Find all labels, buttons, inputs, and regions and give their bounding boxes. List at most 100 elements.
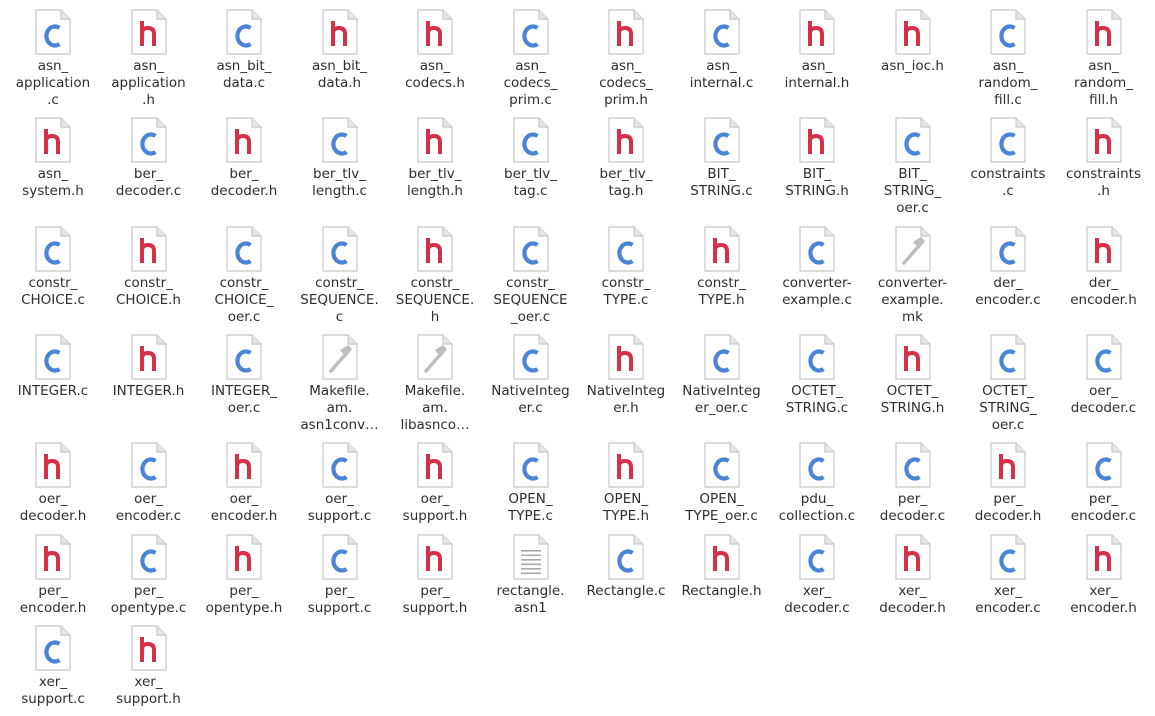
c-source-file-icon <box>225 225 263 273</box>
file-name-label: constraints .c <box>970 166 1046 199</box>
makefile-icon <box>416 333 454 381</box>
file-name-label: BIT_ STRING.h <box>785 166 849 199</box>
c-source-file-icon <box>703 116 741 164</box>
header-file-icon <box>416 225 454 273</box>
file-name-label: constr_ SEQUENCE. c <box>300 275 379 325</box>
c-source-file-icon <box>989 225 1027 273</box>
c-source-file-icon <box>130 441 168 489</box>
header-file-icon <box>416 116 454 164</box>
c-source-file-icon <box>225 8 263 56</box>
file-name-label: asn_bit_ data.h <box>312 58 367 91</box>
file-name-label: OCTET_ STRING_ oer.c <box>979 383 1037 433</box>
file-name-label: NativeInteg er_oer.c <box>682 383 761 416</box>
header-file-icon <box>894 333 932 381</box>
makefile-icon <box>894 225 932 273</box>
file-name-label: per_ opentype.c <box>110 583 187 616</box>
c-source-file-icon <box>512 225 550 273</box>
header-file-icon <box>894 533 932 581</box>
file-name-label: BIT_ STRING.c <box>690 166 753 199</box>
file-name-label: asn_ random_ fill.c <box>978 58 1038 108</box>
file-name-label: ber_tlv_ length.h <box>407 166 463 199</box>
header-file-icon <box>416 8 454 56</box>
file-name-label: xer_ decoder.h <box>879 583 946 616</box>
header-file-icon <box>321 8 359 56</box>
file-name-label: xer_ support.c <box>21 674 85 707</box>
header-file-icon <box>607 441 645 489</box>
file-name-label: pdu_ collection.c <box>778 491 856 524</box>
makefile-icon <box>321 333 359 381</box>
header-file-icon <box>703 225 741 273</box>
header-file-icon <box>34 441 72 489</box>
c-source-file-icon <box>798 333 836 381</box>
header-file-icon <box>225 441 263 489</box>
c-source-file-icon <box>130 533 168 581</box>
file-name-label: per_ encoder.c <box>1070 491 1137 524</box>
c-source-file-icon <box>989 333 1027 381</box>
file-name-label: INTEGER_ oer.c <box>211 383 277 416</box>
c-source-file-icon <box>798 441 836 489</box>
header-file-icon <box>1085 8 1123 56</box>
file-name-label: der_ encoder.h <box>1070 275 1137 308</box>
c-source-file-icon <box>703 441 741 489</box>
header-file-icon <box>989 441 1027 489</box>
file-icon-grid: asn_ application .c asn_ application .h as… <box>0 0 1155 716</box>
c-source-file-icon <box>989 8 1027 56</box>
c-source-file-icon <box>798 533 836 581</box>
file-name-label: per_ decoder.h <box>974 491 1042 524</box>
file-name-label: OCTET_ STRING.c <box>785 383 849 416</box>
header-file-icon <box>130 624 168 672</box>
header-file-icon <box>34 116 72 164</box>
file-name-label: constr_ CHOICE.h <box>116 275 181 308</box>
file-name-label: constr_ CHOICE.c <box>21 275 85 308</box>
header-file-icon <box>1085 225 1123 273</box>
file-name-label: asn_ system.h <box>22 166 84 199</box>
file-name-label: asn_ codecs.h <box>405 58 465 91</box>
c-source-file-icon <box>1085 333 1123 381</box>
c-source-file-icon <box>512 8 550 56</box>
header-file-icon <box>798 8 836 56</box>
file-name-label: constraints .h <box>1065 166 1142 199</box>
file-name-label: per_ support.c <box>307 583 372 616</box>
file-name-label: oer_ support.c <box>307 491 372 524</box>
header-file-icon <box>703 533 741 581</box>
header-file-icon <box>130 225 168 273</box>
file-name-label: Makefile. am. asn1conv… <box>300 383 379 433</box>
c-source-file-icon <box>34 624 72 672</box>
c-source-file-icon <box>607 533 645 581</box>
c-source-file-icon <box>894 116 932 164</box>
file-name-label: asn_ application .c <box>15 58 91 108</box>
c-source-file-icon <box>989 116 1027 164</box>
file-name-label: OPEN_ TYPE.c <box>508 491 553 524</box>
file-name-label: converter- example. mk <box>877 275 948 325</box>
file-name-label: oer_ support.h <box>402 491 468 524</box>
c-source-file-icon <box>34 8 72 56</box>
header-file-icon <box>798 116 836 164</box>
c-source-file-icon <box>607 225 645 273</box>
c-source-file-icon <box>321 225 359 273</box>
file-name-label: der_ encoder.c <box>975 275 1041 308</box>
header-file-icon <box>607 116 645 164</box>
file-name-label: asn_bit_ data.c <box>216 58 272 91</box>
file-name-label: constr_ TYPE.c <box>601 275 651 308</box>
file-name-label: asn_ioc.h <box>881 58 944 74</box>
file-name-label: oer_ decoder.c <box>1070 383 1137 416</box>
c-source-file-icon <box>703 333 741 381</box>
file-name-label: per_ encoder.h <box>19 583 87 616</box>
header-file-icon <box>416 441 454 489</box>
file-name-label: ber_ decoder.h <box>210 166 278 199</box>
file-name-label: per_ opentype.h <box>205 583 283 616</box>
file-name-label: constr_ SEQUENCE. h <box>395 275 475 325</box>
c-source-file-icon <box>321 441 359 489</box>
file-name-label: xer_ encoder.c <box>975 583 1041 616</box>
file-name-label: ber_tlv_ tag.h <box>599 166 653 199</box>
file-name-label: asn_ internal.c <box>689 58 754 91</box>
file-name-label: asn_ application .h <box>111 58 186 108</box>
file-name-label: OPEN_ TYPE_oer.c <box>685 491 758 524</box>
header-file-icon <box>130 333 168 381</box>
file-name-label: xer_ encoder.h <box>1070 583 1137 616</box>
file-name-label: ber_tlv_ tag.c <box>504 166 557 199</box>
header-file-icon <box>607 8 645 56</box>
c-source-file-icon <box>225 333 263 381</box>
file-name-label: asn_ internal.h <box>784 58 850 91</box>
file-name-label: NativeInteg er.c <box>491 383 570 416</box>
